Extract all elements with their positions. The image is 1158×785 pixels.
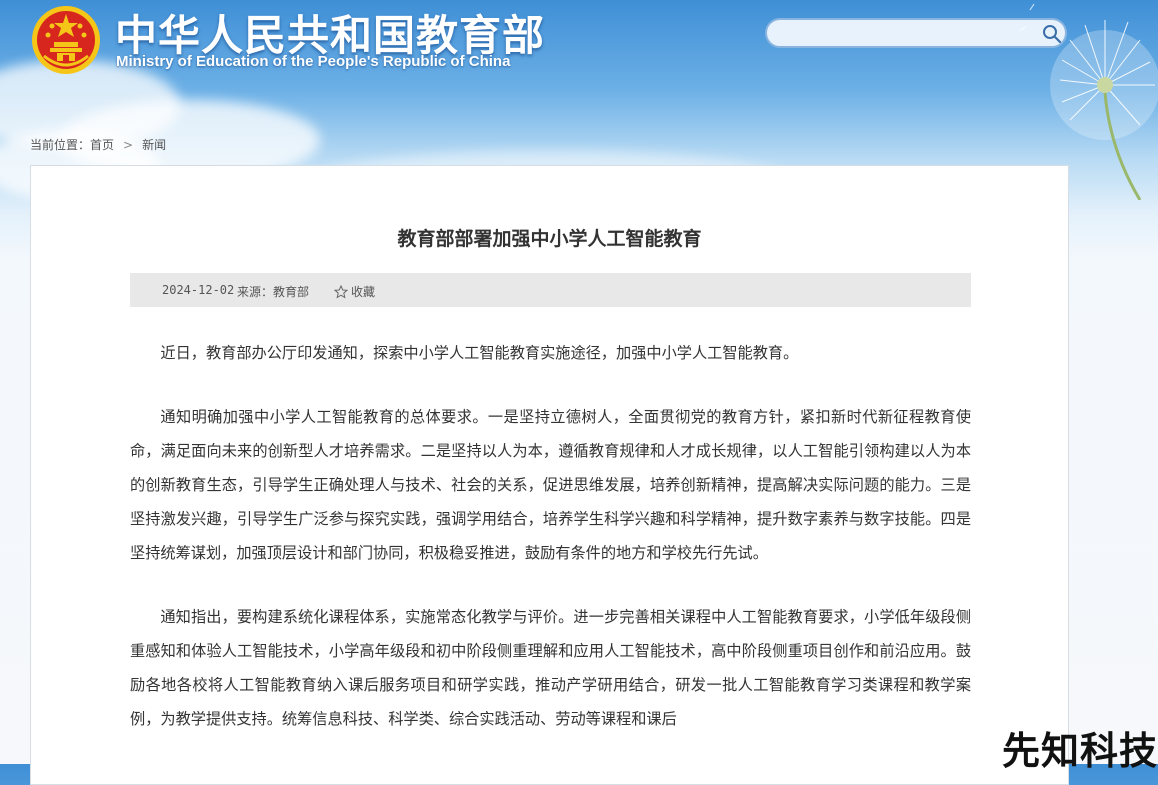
article-source: 来源：教育部 [237, 285, 310, 299]
search-input[interactable] [779, 23, 1033, 47]
breadcrumb: 当前位置：首页 > 新闻 [30, 136, 166, 153]
site-subtitle: Ministry of Education of the People's Re… [116, 53, 511, 70]
favorite-button[interactable]: 收藏 [334, 283, 375, 300]
breadcrumb-home-link[interactable]: 首页 [90, 136, 114, 153]
breadcrumb-separator: > [123, 138, 134, 152]
favorite-label: 收藏 [351, 285, 376, 299]
article-meta-bar: 2024-12-02 来源：教育部 收藏 [130, 273, 971, 307]
article-paragraph: 通知指出，要构建系统化课程体系，实施常态化教学与评价。进一步完善相关课程中人工智… [130, 608, 971, 728]
article-paragraph: 近日，教育部办公厅印发通知，探索中小学人工智能教育实施途径，加强中小学人工智能教… [160, 344, 799, 362]
article-paragraph: 通知明确加强中小学人工智能教育的总体要求。一是坚持立德树人，全面贯彻党的教育方针… [130, 408, 971, 562]
star-icon [334, 284, 348, 299]
article-date: 2024-12-02 [162, 283, 235, 297]
article-body: 近日，教育部办公厅印发通知，探索中小学人工智能教育实施途径，加强中小学人工智能教… [130, 336, 971, 766]
breadcrumb-news-link[interactable]: 新闻 [142, 136, 166, 153]
national-emblem-icon [30, 4, 102, 76]
breadcrumb-label: 当前位置： [30, 138, 91, 152]
watermark-text: 先知科技 [1002, 729, 1158, 773]
article-container: 教育部部署加强中小学人工智能教育 2024-12-02 来源：教育部 收藏 近日… [30, 165, 1069, 785]
article-title: 教育部部署加强中小学人工智能教育 [397, 228, 702, 250]
